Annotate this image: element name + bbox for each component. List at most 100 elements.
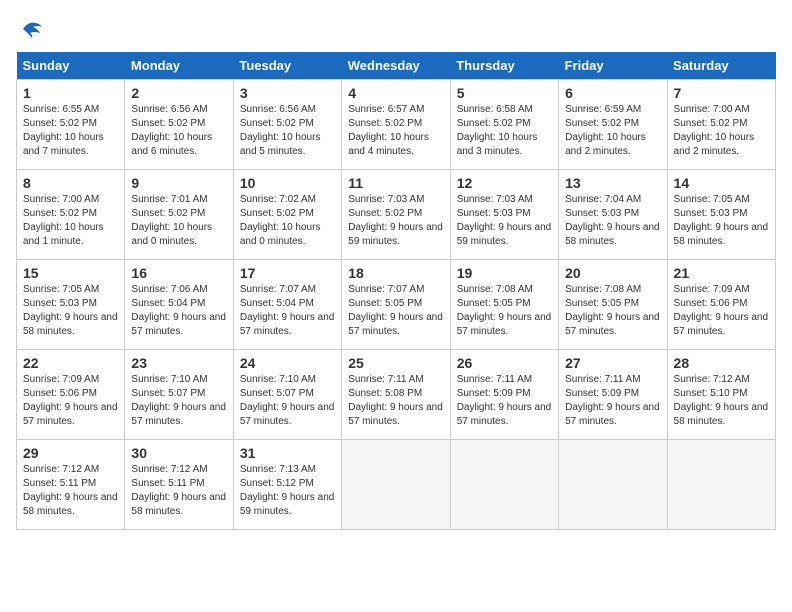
day-number: 19: [457, 265, 552, 281]
day-number: 23: [131, 355, 226, 371]
day-info: Sunrise: 7:13 AM Sunset: 5:12 PM Dayligh…: [240, 464, 335, 517]
day-number: 8: [23, 175, 118, 191]
day-cell-30: 30 Sunrise: 7:12 AM Sunset: 5:11 PM Dayl…: [125, 440, 233, 530]
day-info: Sunrise: 7:06 AM Sunset: 5:04 PM Dayligh…: [131, 284, 226, 337]
day-info: Sunrise: 7:07 AM Sunset: 5:05 PM Dayligh…: [348, 284, 443, 337]
day-number: 30: [131, 445, 226, 461]
day-number: 1: [23, 85, 118, 101]
week-row-2: 8 Sunrise: 7:00 AM Sunset: 5:02 PM Dayli…: [17, 170, 776, 260]
day-cell-11: 11 Sunrise: 7:03 AM Sunset: 5:02 PM Dayl…: [342, 170, 450, 260]
day-number: 26: [457, 355, 552, 371]
day-cell-9: 9 Sunrise: 7:01 AM Sunset: 5:02 PM Dayli…: [125, 170, 233, 260]
day-info: Sunrise: 6:57 AM Sunset: 5:02 PM Dayligh…: [348, 104, 429, 157]
calendar-header-row: SundayMondayTuesdayWednesdayThursdayFrid…: [17, 52, 776, 80]
day-info: Sunrise: 7:11 AM Sunset: 5:09 PM Dayligh…: [457, 374, 552, 427]
day-info: Sunrise: 7:03 AM Sunset: 5:03 PM Dayligh…: [457, 194, 552, 247]
day-info: Sunrise: 6:56 AM Sunset: 5:02 PM Dayligh…: [131, 104, 212, 157]
day-number: 25: [348, 355, 443, 371]
day-info: Sunrise: 7:12 AM Sunset: 5:11 PM Dayligh…: [131, 464, 226, 517]
day-cell-16: 16 Sunrise: 7:06 AM Sunset: 5:04 PM Dayl…: [125, 260, 233, 350]
day-cell-22: 22 Sunrise: 7:09 AM Sunset: 5:06 PM Dayl…: [17, 350, 125, 440]
logo-bird-icon: [18, 19, 44, 39]
day-info: Sunrise: 6:59 AM Sunset: 5:02 PM Dayligh…: [565, 104, 646, 157]
day-number: 31: [240, 445, 335, 461]
day-number: 20: [565, 265, 660, 281]
day-info: Sunrise: 7:07 AM Sunset: 5:04 PM Dayligh…: [240, 284, 335, 337]
day-info: Sunrise: 7:02 AM Sunset: 5:02 PM Dayligh…: [240, 194, 321, 247]
day-header-thursday: Thursday: [450, 52, 558, 80]
day-info: Sunrise: 7:05 AM Sunset: 5:03 PM Dayligh…: [674, 194, 769, 247]
empty-cell: [450, 440, 558, 530]
day-info: Sunrise: 7:11 AM Sunset: 5:08 PM Dayligh…: [348, 374, 443, 427]
day-cell-28: 28 Sunrise: 7:12 AM Sunset: 5:10 PM Dayl…: [667, 350, 775, 440]
day-cell-24: 24 Sunrise: 7:10 AM Sunset: 5:07 PM Dayl…: [233, 350, 341, 440]
day-cell-19: 19 Sunrise: 7:08 AM Sunset: 5:05 PM Dayl…: [450, 260, 558, 350]
day-number: 14: [674, 175, 769, 191]
day-info: Sunrise: 7:11 AM Sunset: 5:09 PM Dayligh…: [565, 374, 660, 427]
day-info: Sunrise: 7:09 AM Sunset: 5:06 PM Dayligh…: [674, 284, 769, 337]
day-info: Sunrise: 7:08 AM Sunset: 5:05 PM Dayligh…: [565, 284, 660, 337]
week-row-1: 1 Sunrise: 6:55 AM Sunset: 5:02 PM Dayli…: [17, 80, 776, 170]
day-info: Sunrise: 7:00 AM Sunset: 5:02 PM Dayligh…: [23, 194, 104, 247]
day-cell-29: 29 Sunrise: 7:12 AM Sunset: 5:11 PM Dayl…: [17, 440, 125, 530]
day-cell-10: 10 Sunrise: 7:02 AM Sunset: 5:02 PM Dayl…: [233, 170, 341, 260]
week-row-4: 22 Sunrise: 7:09 AM Sunset: 5:06 PM Dayl…: [17, 350, 776, 440]
logo: [16, 16, 46, 40]
day-cell-17: 17 Sunrise: 7:07 AM Sunset: 5:04 PM Dayl…: [233, 260, 341, 350]
day-info: Sunrise: 7:04 AM Sunset: 5:03 PM Dayligh…: [565, 194, 660, 247]
day-number: 17: [240, 265, 335, 281]
day-number: 18: [348, 265, 443, 281]
empty-cell: [667, 440, 775, 530]
day-cell-12: 12 Sunrise: 7:03 AM Sunset: 5:03 PM Dayl…: [450, 170, 558, 260]
day-info: Sunrise: 7:09 AM Sunset: 5:06 PM Dayligh…: [23, 374, 118, 427]
day-cell-25: 25 Sunrise: 7:11 AM Sunset: 5:08 PM Dayl…: [342, 350, 450, 440]
day-cell-1: 1 Sunrise: 6:55 AM Sunset: 5:02 PM Dayli…: [17, 80, 125, 170]
day-cell-21: 21 Sunrise: 7:09 AM Sunset: 5:06 PM Dayl…: [667, 260, 775, 350]
day-cell-23: 23 Sunrise: 7:10 AM Sunset: 5:07 PM Dayl…: [125, 350, 233, 440]
day-info: Sunrise: 7:12 AM Sunset: 5:11 PM Dayligh…: [23, 464, 118, 517]
day-number: 3: [240, 85, 335, 101]
day-number: 28: [674, 355, 769, 371]
week-row-5: 29 Sunrise: 7:12 AM Sunset: 5:11 PM Dayl…: [17, 440, 776, 530]
day-cell-14: 14 Sunrise: 7:05 AM Sunset: 5:03 PM Dayl…: [667, 170, 775, 260]
day-header-wednesday: Wednesday: [342, 52, 450, 80]
day-number: 11: [348, 175, 443, 191]
day-number: 12: [457, 175, 552, 191]
day-cell-2: 2 Sunrise: 6:56 AM Sunset: 5:02 PM Dayli…: [125, 80, 233, 170]
empty-cell: [342, 440, 450, 530]
day-cell-7: 7 Sunrise: 7:00 AM Sunset: 5:02 PM Dayli…: [667, 80, 775, 170]
day-info: Sunrise: 7:01 AM Sunset: 5:02 PM Dayligh…: [131, 194, 212, 247]
day-number: 21: [674, 265, 769, 281]
day-cell-20: 20 Sunrise: 7:08 AM Sunset: 5:05 PM Dayl…: [559, 260, 667, 350]
day-number: 5: [457, 85, 552, 101]
calendar-body: 1 Sunrise: 6:55 AM Sunset: 5:02 PM Dayli…: [17, 80, 776, 530]
day-cell-15: 15 Sunrise: 7:05 AM Sunset: 5:03 PM Dayl…: [17, 260, 125, 350]
day-info: Sunrise: 6:58 AM Sunset: 5:02 PM Dayligh…: [457, 104, 538, 157]
day-info: Sunrise: 7:05 AM Sunset: 5:03 PM Dayligh…: [23, 284, 118, 337]
day-cell-26: 26 Sunrise: 7:11 AM Sunset: 5:09 PM Dayl…: [450, 350, 558, 440]
calendar-table: SundayMondayTuesdayWednesdayThursdayFrid…: [16, 52, 776, 530]
empty-cell: [559, 440, 667, 530]
day-info: Sunrise: 7:00 AM Sunset: 5:02 PM Dayligh…: [674, 104, 755, 157]
day-number: 29: [23, 445, 118, 461]
day-number: 15: [23, 265, 118, 281]
day-info: Sunrise: 7:12 AM Sunset: 5:10 PM Dayligh…: [674, 374, 769, 427]
day-cell-13: 13 Sunrise: 7:04 AM Sunset: 5:03 PM Dayl…: [559, 170, 667, 260]
day-cell-18: 18 Sunrise: 7:07 AM Sunset: 5:05 PM Dayl…: [342, 260, 450, 350]
day-cell-4: 4 Sunrise: 6:57 AM Sunset: 5:02 PM Dayli…: [342, 80, 450, 170]
day-number: 2: [131, 85, 226, 101]
day-cell-6: 6 Sunrise: 6:59 AM Sunset: 5:02 PM Dayli…: [559, 80, 667, 170]
day-number: 22: [23, 355, 118, 371]
day-cell-31: 31 Sunrise: 7:13 AM Sunset: 5:12 PM Dayl…: [233, 440, 341, 530]
day-number: 10: [240, 175, 335, 191]
day-number: 13: [565, 175, 660, 191]
week-row-3: 15 Sunrise: 7:05 AM Sunset: 5:03 PM Dayl…: [17, 260, 776, 350]
day-info: Sunrise: 7:08 AM Sunset: 5:05 PM Dayligh…: [457, 284, 552, 337]
day-info: Sunrise: 6:55 AM Sunset: 5:02 PM Dayligh…: [23, 104, 104, 157]
day-header-sunday: Sunday: [17, 52, 125, 80]
day-header-monday: Monday: [125, 52, 233, 80]
day-cell-27: 27 Sunrise: 7:11 AM Sunset: 5:09 PM Dayl…: [559, 350, 667, 440]
page-header: [16, 16, 776, 40]
day-number: 7: [674, 85, 769, 101]
day-number: 6: [565, 85, 660, 101]
